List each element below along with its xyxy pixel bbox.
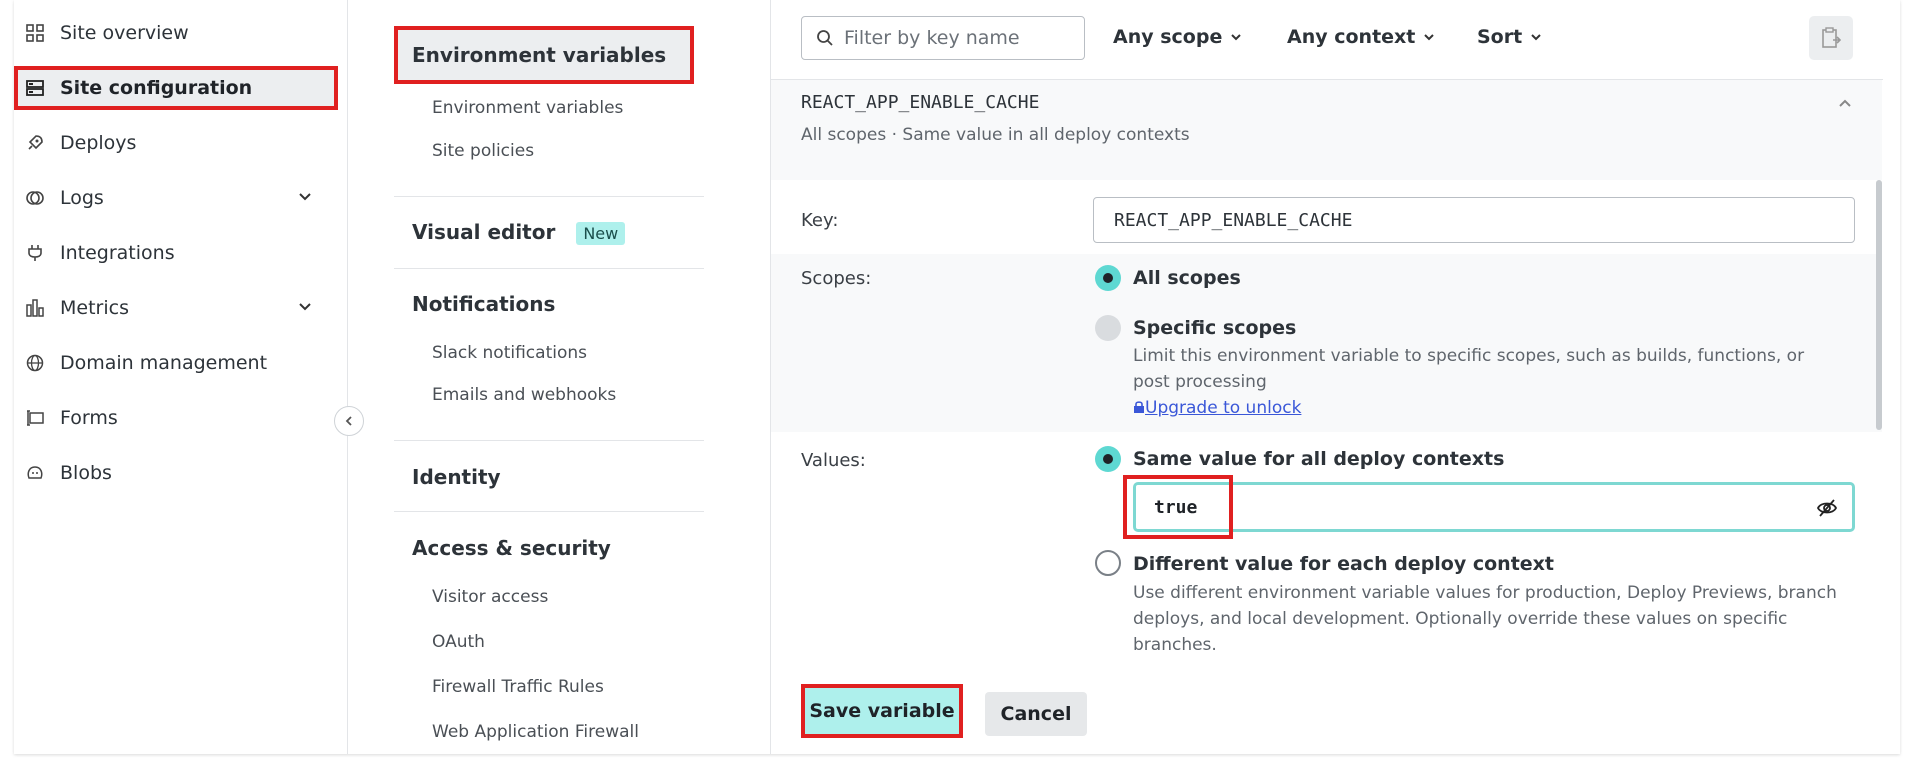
scope-dropdown[interactable]: Any scope [1113,26,1242,48]
sidebar-item-domain-management[interactable]: Domain management [14,341,334,385]
all-scopes-label: All scopes [1133,267,1241,289]
specific-scopes-radio [1095,315,1121,341]
sidebar-item-forms[interactable]: Forms [14,396,334,440]
config-icon [24,77,46,99]
variable-name: REACT_APP_ENABLE_CACHE [801,92,1040,113]
sidebar-item-integrations[interactable]: Integrations [14,231,334,275]
eye-off-icon [1816,499,1838,517]
value-field[interactable]: true [1133,482,1855,532]
chevron-down-icon[interactable] [298,298,312,319]
sort-dropdown[interactable]: Sort [1477,26,1542,48]
settings-nav: Environment variables Environment variab… [348,0,738,754]
sidebar-item-label: Domain management [60,352,268,374]
sidebar-item-label: Site overview [60,22,189,44]
sidebar-item-deploys[interactable]: Deploys [14,121,334,165]
collapse-variable-button[interactable] [1838,92,1852,113]
grid-icon [24,22,46,44]
different-value-radio[interactable] [1095,550,1121,576]
divider [394,268,704,269]
sidebar-item-site-configuration[interactable]: Site configuration [14,66,338,110]
sidebar-item-label: Blobs [60,462,112,484]
import-clipboard-button[interactable] [1809,16,1853,60]
nav-item-firewall-traffic-rules[interactable]: Firewall Traffic Rules [432,677,604,697]
sort-dropdown-label: Sort [1477,26,1523,48]
filter-search-field[interactable] [801,16,1085,60]
globe-icon [24,352,46,374]
lock-icon [1134,401,1144,413]
site-sidebar: Site overview Site configuration Deploys… [14,0,348,754]
specific-scopes-description: Limit this environment variable to speci… [1133,346,1805,392]
sidebar-item-label: Site configuration [60,77,253,99]
logs-icon [24,187,46,209]
same-value-label: Same value for all deploy contexts [1133,448,1505,470]
context-dropdown-label: Any context [1287,26,1416,48]
divider [394,196,704,197]
key-label: Key: [801,210,839,231]
sidebar-item-label: Deploys [60,132,137,154]
sidebar-item-label: Logs [60,187,104,209]
nav-item-emails-webhooks[interactable]: Emails and webhooks [432,385,616,405]
scopes-label: Scopes: [801,268,872,289]
forms-icon [24,407,46,429]
chevron-down-icon [1231,34,1242,41]
save-variable-button[interactable]: Save variable [801,684,963,738]
scope-dropdown-label: Any scope [1113,26,1223,48]
app-window: Site overview Site configuration Deploys… [14,0,1900,754]
nav-section-label: Visual editor [412,220,556,244]
chevron-down-icon [1424,34,1435,41]
scrollbar[interactable] [1876,180,1882,430]
divider [394,511,704,512]
key-field[interactable]: REACT_APP_ENABLE_CACHE [1093,197,1855,243]
env-variables-panel: Any scope Any context Sort REACT_APP_ENA… [770,0,1883,754]
specific-scopes-label: Specific scopes [1133,317,1297,339]
nav-section-visual-editor[interactable]: Visual editor New [394,220,626,245]
nav-section-notifications[interactable]: Notifications [394,292,555,316]
sidebar-item-metrics[interactable]: Metrics [14,286,334,330]
variable-header[interactable]: REACT_APP_ENABLE_CACHE All scopes · Same… [801,92,1190,145]
chevron-left-icon [345,416,352,426]
collapse-sidebar-button[interactable] [334,406,364,436]
sidebar-item-logs[interactable]: Logs [14,176,334,220]
all-scopes-radio[interactable] [1095,265,1121,291]
sidebar-item-blobs[interactable]: Blobs [14,451,334,495]
nav-section-environment-variables[interactable]: Environment variables [394,26,694,84]
chevron-down-icon [1531,34,1541,41]
new-badge: New [576,222,626,245]
nav-item-environment-variables[interactable]: Environment variables [432,98,623,118]
values-label: Values: [801,450,866,471]
bars-icon [24,297,46,319]
highlight-box [1123,475,1233,539]
hide-value-button[interactable] [1816,498,1838,523]
blob-icon [24,462,46,484]
search-icon [817,30,833,46]
chevron-down-icon[interactable] [298,188,312,209]
nav-section-access-security[interactable]: Access & security [394,536,611,560]
rocket-icon [24,132,46,154]
nav-item-visitor-access[interactable]: Visitor access [432,587,548,607]
filter-toolbar: Any scope Any context Sort [771,0,1883,80]
nav-item-site-policies[interactable]: Site policies [432,141,534,161]
key-field-value: REACT_APP_ENABLE_CACHE [1114,209,1353,231]
cancel-button[interactable]: Cancel [985,692,1087,736]
divider [394,440,704,441]
upgrade-link-text: Upgrade to unlock [1145,398,1302,418]
nav-item-slack-notifications[interactable]: Slack notifications [432,343,587,363]
chevron-up-icon [1839,99,1851,107]
different-value-label: Different value for each deploy context [1133,553,1555,575]
sidebar-item-label: Metrics [60,297,129,319]
sidebar-item-site-overview[interactable]: Site overview [14,11,334,55]
filter-input[interactable] [844,27,1064,49]
plug-icon [24,242,46,264]
sidebar-item-label: Forms [60,407,118,429]
variable-meta: All scopes · Same value in all deploy co… [801,125,1190,145]
nav-section-identity[interactable]: Identity [394,465,501,489]
nav-item-oauth[interactable]: OAuth [432,632,485,652]
clipboard-icon [1822,27,1841,48]
sidebar-item-label: Integrations [60,242,175,264]
context-dropdown[interactable]: Any context [1287,26,1435,48]
upgrade-link[interactable]: Upgrade to unlock [1133,395,1301,421]
nav-item-web-application-firewall[interactable]: Web Application Firewall [432,722,639,742]
different-value-description: Use different environment variable value… [1133,583,1837,655]
same-value-radio[interactable] [1095,446,1121,472]
